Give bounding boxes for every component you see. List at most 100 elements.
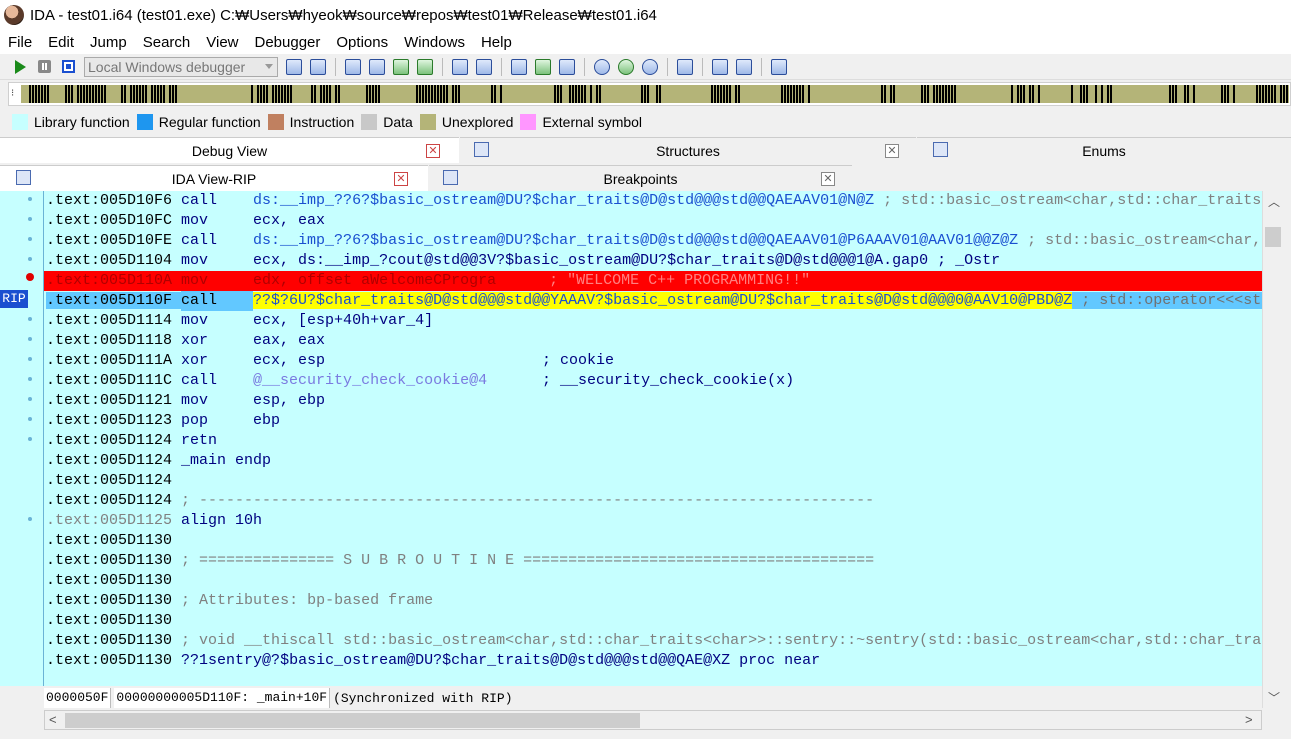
code-line[interactable]: .text:005D1121 mov esp, ebp — [44, 391, 1262, 411]
close-icon[interactable]: ✕ — [885, 144, 899, 158]
toolbar-separator — [761, 57, 762, 76]
watch-list-button[interactable] — [592, 57, 612, 77]
navigation-band[interactable]: ⁝ — [8, 82, 1291, 106]
delete-watch-icon — [642, 58, 658, 75]
menu-options[interactable]: Options — [328, 34, 396, 51]
vertical-scroll-thumb[interactable] — [1265, 227, 1281, 247]
terminate-process-button[interactable] — [58, 57, 78, 77]
tab-debug-view[interactable]: Debug View ✕ — [0, 137, 459, 163]
disassembly-view[interactable]: RIP .text:005D10F6 call ds:__imp_??6?$bas… — [0, 191, 1262, 686]
debugger-select-value: Local Windows debugger — [88, 58, 246, 75]
tab-enums[interactable]: Enums — [917, 137, 1291, 163]
code-line[interactable]: .text:005D1124 — [44, 471, 1262, 491]
menu-search[interactable]: Search — [135, 34, 199, 51]
legend-instruction: Instruction — [267, 114, 354, 130]
tab-breakpoints[interactable]: Breakpoints ✕ — [429, 165, 852, 191]
arrows-gutter[interactable]: RIP — [0, 191, 44, 686]
breakpoint-list-button[interactable] — [509, 57, 529, 77]
add-watch-button[interactable] — [616, 57, 636, 77]
instruction-dot-icon — [28, 317, 32, 321]
code-line[interactable]: .text:005D1130 ; void __thiscall std::ba… — [44, 631, 1262, 651]
instruction-dot-icon — [28, 417, 32, 421]
instruction-dot-icon — [28, 217, 32, 221]
step-into-button[interactable] — [343, 57, 363, 77]
trace-window-button[interactable] — [675, 57, 695, 77]
scroll-left-icon[interactable]: < — [49, 712, 57, 727]
menu-windows[interactable]: Windows — [396, 34, 473, 51]
instruction-trace-button[interactable] — [710, 57, 730, 77]
menu-debugger[interactable]: Debugger — [247, 34, 329, 51]
close-icon[interactable]: ✕ — [426, 144, 440, 158]
code-line[interactable]: .text:005D1130 — [44, 531, 1262, 551]
code-line[interactable]: .text:005D10F6 call ds:__imp_??6?$basic_o… — [44, 191, 1262, 211]
step-into-icon — [345, 58, 361, 75]
detach-process-button[interactable] — [308, 57, 328, 77]
navigation-strip[interactable] — [21, 85, 1289, 103]
code-line[interactable]: .text:005D1124 retn — [44, 431, 1262, 451]
scroll-right-icon[interactable]: > — [1245, 712, 1253, 727]
close-icon[interactable]: ✕ — [821, 172, 835, 186]
code-line[interactable]: .text:005D1130 ??1sentry@?$basic_ostream… — [44, 651, 1262, 671]
code-line[interactable]: .text:005D1125 align 10h — [44, 511, 1262, 531]
code-line[interactable]: .text:005D1130 ; Attributes: bp-based fr… — [44, 591, 1262, 611]
detach-icon — [310, 58, 326, 75]
code-line[interactable]: .text:005D1118 xor eax, eax — [44, 331, 1262, 351]
scroll-down-icon[interactable]: ﹀ — [1268, 689, 1280, 706]
code-line[interactable]: .text:005D111C call @__security_check_coo… — [44, 371, 1262, 391]
window-title: IDA - test01.i64 (test01.exe) C:₩Users₩h… — [30, 6, 657, 24]
menu-edit[interactable]: Edit — [40, 34, 82, 51]
code-line[interactable]: .text:005D1124 _main endp — [44, 451, 1262, 471]
step-over-button[interactable] — [367, 57, 387, 77]
debugger-select[interactable]: Local Windows debugger — [84, 56, 278, 77]
pause-process-button[interactable] — [34, 57, 54, 77]
legend-unexplored: Unexplored — [419, 114, 513, 130]
file-offset: 0000050F — [44, 688, 112, 708]
delete-watch-button[interactable] — [640, 57, 660, 77]
pause-icon — [37, 60, 51, 73]
horizontal-scroll-thumb[interactable] — [65, 713, 640, 728]
show-stack-button[interactable] — [474, 57, 494, 77]
code-line[interactable]: .text:005D1124 ; -----------------------… — [44, 491, 1262, 511]
menu-jump[interactable]: Jump — [82, 34, 135, 51]
attach-process-button[interactable] — [284, 57, 304, 77]
show-rip-button[interactable] — [450, 57, 470, 77]
code-line[interactable]: .text:005D1130 — [44, 611, 1262, 631]
legend-data: Data — [361, 114, 413, 130]
tab-ida-view-rip[interactable]: IDA View-RIP ✕ — [0, 165, 428, 191]
scroll-up-icon[interactable]: ︿ — [1268, 193, 1280, 210]
title-bar: IDA - test01.i64 (test01.exe) C:₩Users₩h… — [0, 0, 1291, 30]
code-line[interactable]: .text:005D10FC mov ecx, eax — [44, 211, 1262, 231]
vertical-scrollbar[interactable]: ︿ ﹀ — [1262, 191, 1282, 708]
code-line[interactable]: .text:005D10FE call ds:__imp_??6?$basic_o… — [44, 231, 1262, 251]
run-to-cursor-button[interactable] — [391, 57, 411, 77]
add-watch-icon — [618, 58, 634, 75]
legend-swatch — [520, 114, 537, 130]
instruction-dot-icon — [28, 357, 32, 361]
horizontal-scrollbar[interactable]: < > — [44, 710, 1262, 730]
tracing-options-button[interactable] — [769, 57, 789, 77]
legend-swatch — [136, 114, 153, 130]
code-line[interactable]: .text:005D1123 pop ebp — [44, 411, 1262, 431]
code-line[interactable]: .text:005D1114 mov ecx, [esp+40h+var_4] — [44, 311, 1262, 331]
close-icon[interactable]: ✕ — [394, 172, 408, 186]
toolbar-separator — [702, 57, 703, 76]
delete-breakpoint-button[interactable] — [557, 57, 577, 77]
menu-help[interactable]: Help — [473, 34, 520, 51]
code-line-current-ip[interactable]: .text:005D110F call ??$?6U?$char_traits@D… — [44, 291, 1262, 311]
code-line[interactable]: .text:005D1104 mov ecx, ds:__imp_?cout@st… — [44, 251, 1262, 271]
toolbar-separator — [335, 57, 336, 76]
menu-file[interactable]: File — [0, 34, 40, 51]
code-line[interactable]: .text:005D1130 — [44, 571, 1262, 591]
start-process-button[interactable] — [10, 57, 30, 77]
add-breakpoint-button[interactable] — [533, 57, 553, 77]
menu-view[interactable]: View — [198, 34, 246, 51]
function-trace-button[interactable] — [734, 57, 754, 77]
instruction-dot-icon — [28, 197, 32, 201]
breakpoint-list-icon — [511, 58, 527, 75]
breakpoint-icon[interactable] — [26, 273, 34, 281]
code-line[interactable]: .text:005D1130 ; =============== S U B R… — [44, 551, 1262, 571]
code-line-breakpoint[interactable]: .text:005D110A mov edx, offset aWelcomeCP… — [44, 271, 1262, 291]
code-line[interactable]: .text:005D111A xor ecx, esp; cookie — [44, 351, 1262, 371]
run-until-return-button[interactable] — [415, 57, 435, 77]
tab-structures[interactable]: Structures ✕ — [460, 137, 916, 163]
